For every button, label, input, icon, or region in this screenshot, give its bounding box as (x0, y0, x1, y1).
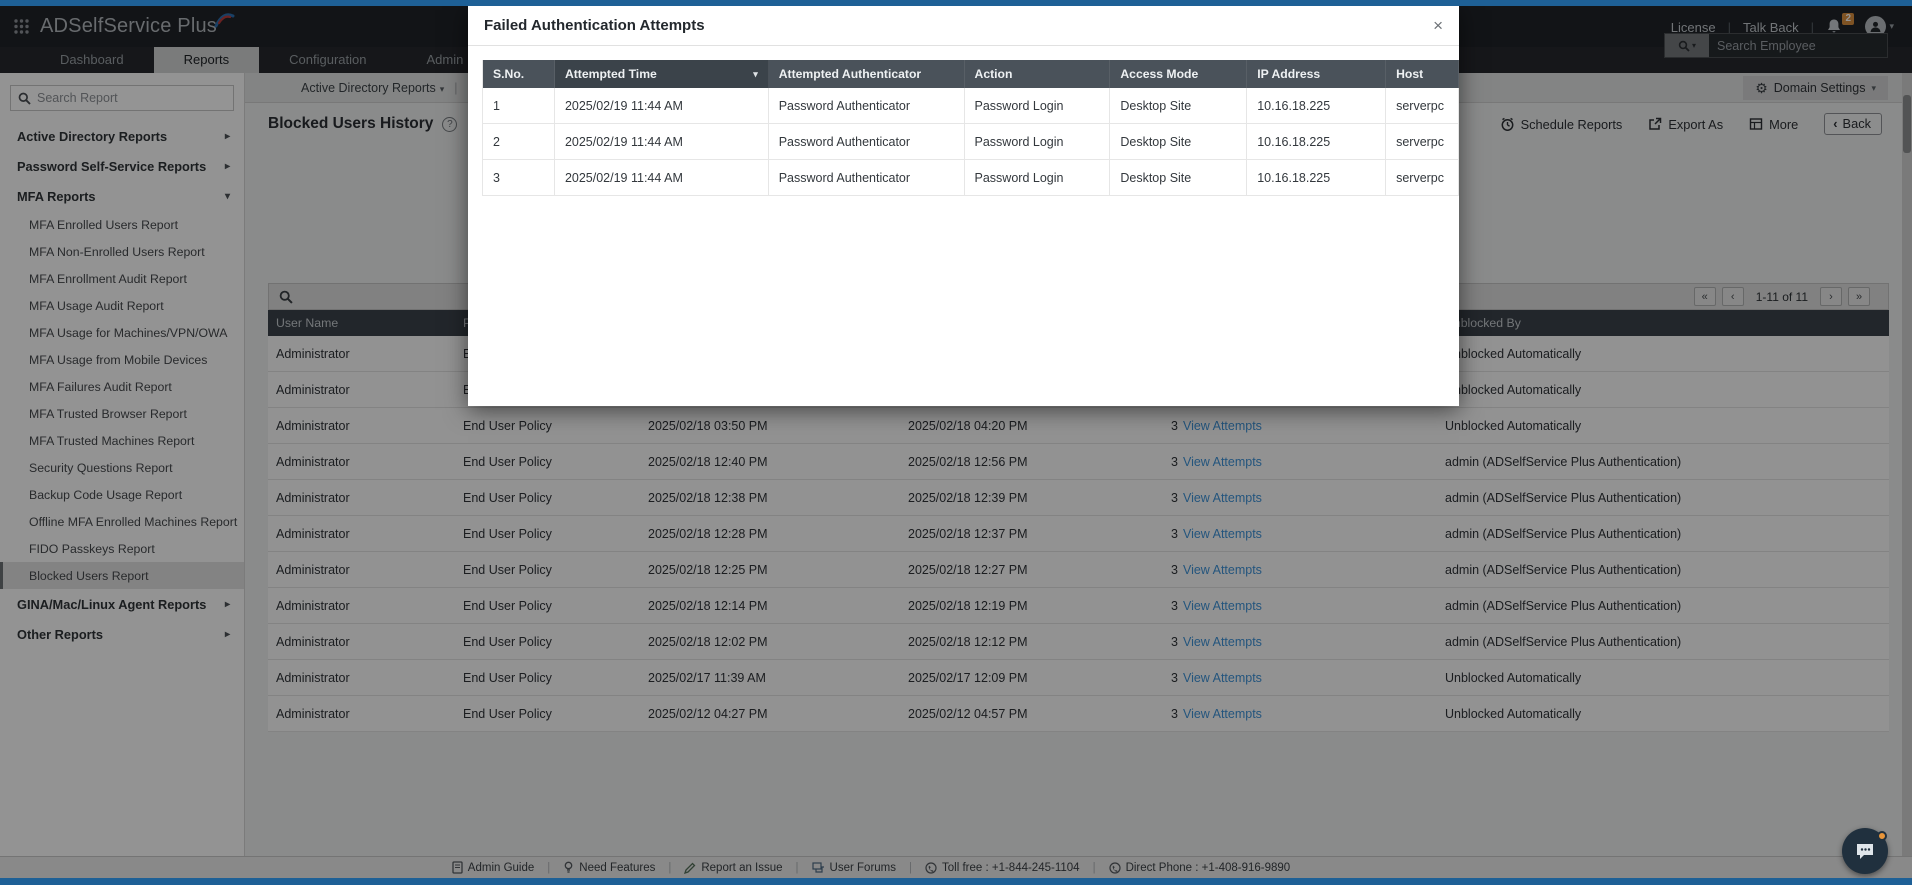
modal-table-cell: Password Authenticator (769, 88, 965, 123)
modal-table-cell: serverpc (1386, 124, 1459, 159)
modal-table-cell: 2025/02/19 11:44 AM (555, 160, 769, 195)
modal-table-cell: 2 (483, 124, 555, 159)
modal-table-row: 2 2025/02/19 11:44 AM Password Authenticat… (483, 124, 1459, 160)
sort-descending-icon: ▾ (753, 68, 758, 79)
failed-auth-attempts-modal: Failed Authentication Attempts × S.No. At… (468, 6, 1459, 406)
modal-table-cell: Password Login (965, 88, 1111, 123)
failed-attempts-table: S.No. Attempted Time ▾ Attempted Authentica… (482, 60, 1459, 196)
modal-column-header-attempted-authenticator[interactable]: Attempted Authenticator (769, 60, 965, 88)
modal-table-cell: 2025/02/19 11:44 AM (555, 124, 769, 159)
modal-table-row: 3 2025/02/19 11:44 AM Password Authenticat… (483, 160, 1459, 196)
modal-table-cell: 10.16.18.225 (1247, 160, 1387, 195)
modal-column-header-ip-address[interactable]: IP Address (1247, 60, 1387, 88)
modal-table-row: 1 2025/02/19 11:44 AM Password Authenticat… (483, 88, 1459, 124)
modal-table-cell: Password Login (965, 124, 1111, 159)
modal-table-cell: Desktop Site (1110, 160, 1248, 195)
modal-column-header-s-no[interactable]: S.No. (483, 60, 555, 88)
modal-column-header-host[interactable]: Host (1386, 60, 1459, 88)
top-accent-strip (0, 0, 1912, 6)
modal-column-header-attempted-time[interactable]: Attempted Time ▾ (554, 60, 769, 88)
bottom-accent-strip (0, 878, 1912, 885)
modal-table-cell: 10.16.18.225 (1247, 124, 1387, 159)
modal-table-cell: serverpc (1386, 88, 1459, 123)
modal-table-cell: 10.16.18.225 (1247, 88, 1387, 123)
modal-table-cell: 1 (483, 88, 555, 123)
modal-table-body: 1 2025/02/19 11:44 AM Password Authenticat… (482, 88, 1459, 196)
modal-table-cell: 2025/02/19 11:44 AM (555, 88, 769, 123)
modal-table-cell: Password Login (965, 160, 1111, 195)
modal-title: Failed Authentication Attempts (484, 17, 705, 34)
chat-notification-dot (1877, 831, 1887, 841)
modal-table-cell: Password Authenticator (769, 124, 965, 159)
modal-table-cell: Desktop Site (1110, 124, 1248, 159)
modal-header: Failed Authentication Attempts × (468, 6, 1459, 46)
modal-column-header-action[interactable]: Action (965, 60, 1111, 88)
modal-table-cell: Password Authenticator (769, 160, 965, 195)
modal-table-header-row: S.No. Attempted Time ▾ Attempted Authentica… (482, 60, 1459, 88)
modal-table-cell: Desktop Site (1110, 88, 1248, 123)
modal-table-cell: 3 (483, 160, 555, 195)
close-icon[interactable]: × (1433, 17, 1443, 34)
modal-table-cell: serverpc (1386, 160, 1459, 195)
modal-column-header-access-mode[interactable]: Access Mode (1110, 60, 1248, 88)
chat-widget-button[interactable] (1842, 828, 1888, 874)
